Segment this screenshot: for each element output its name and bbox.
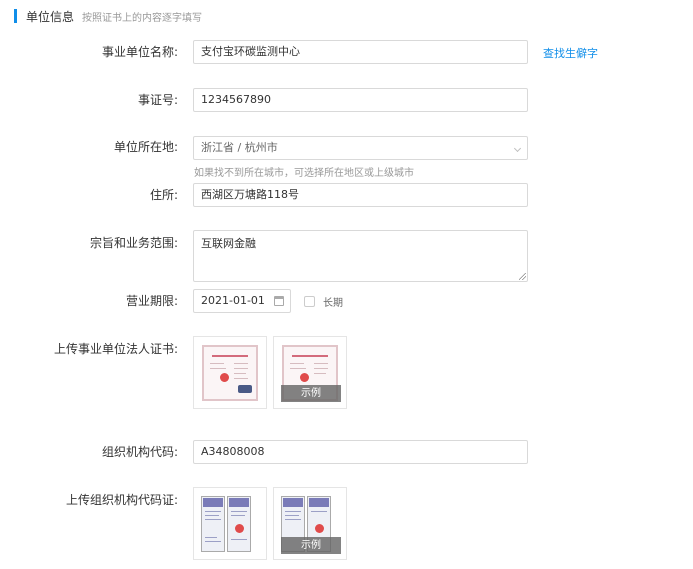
business-term-date-input[interactable]: 2021-01-01 bbox=[193, 289, 291, 313]
business-term-date-value: 2021-01-01 bbox=[201, 294, 265, 307]
cert-no-label: 事证号: bbox=[137, 93, 178, 107]
purpose-textarea-value: 互联网金融 bbox=[201, 237, 256, 250]
org-code-cert-example-label: 示例 bbox=[281, 537, 341, 554]
long-term-checkbox-wrap[interactable]: 长期 bbox=[304, 294, 343, 309]
unit-name-label: 事业单位名称: bbox=[101, 45, 178, 59]
legal-cert-upload-thumb[interactable] bbox=[193, 336, 267, 409]
section-subtitle: 按照证书上的内容逐字填写 bbox=[82, 12, 203, 24]
upload-legal-cert-label: 上传事业单位法人证书: bbox=[53, 342, 178, 356]
find-rare-char-link[interactable]: 查找生僻字 bbox=[543, 45, 598, 61]
calendar-icon[interactable] bbox=[274, 296, 284, 306]
section-header: 单位信息 按照证书上的内容逐字填写 bbox=[14, 9, 203, 24]
org-code-cert-example-thumb[interactable]: 示例 bbox=[273, 487, 347, 560]
purpose-textarea[interactable]: 互联网金融 bbox=[193, 230, 528, 282]
location-select[interactable]: 浙江省 / 杭州市 bbox=[193, 136, 528, 160]
section-title: 单位信息 bbox=[26, 9, 75, 24]
org-code-label: 组织机构代码: bbox=[101, 445, 178, 459]
legal-cert-example-label: 示例 bbox=[281, 385, 341, 402]
unit-name-input[interactable]: 支付宝环碳监测中心 bbox=[193, 40, 528, 64]
address-label: 住所: bbox=[149, 188, 178, 202]
legal-cert-example-thumb[interactable]: 示例 bbox=[273, 336, 347, 409]
address-input[interactable]: 西湖区万塘路118号 bbox=[193, 183, 528, 207]
section-accent-bar bbox=[14, 9, 17, 23]
long-term-label: 长期 bbox=[323, 297, 343, 309]
legal-cert-image bbox=[202, 345, 258, 401]
org-code-cert-upload-thumb[interactable] bbox=[193, 487, 267, 560]
business-term-label: 营业期限: bbox=[125, 294, 178, 308]
resize-handle-icon[interactable] bbox=[519, 273, 526, 280]
long-term-checkbox[interactable] bbox=[304, 295, 315, 307]
cert-no-input[interactable]: 1234567890 bbox=[193, 88, 528, 112]
org-code-cert-image-left bbox=[201, 496, 225, 552]
chevron-down-icon bbox=[513, 144, 522, 153]
org-code-cert-image-right bbox=[227, 496, 251, 552]
purpose-label: 宗旨和业务范围: bbox=[89, 236, 178, 250]
upload-org-code-cert-label: 上传组织机构代码证: bbox=[65, 493, 178, 507]
org-code-input[interactable]: A34808008 bbox=[193, 440, 528, 464]
location-hint: 如果找不到所在城市，可选择所在地区或上级城市 bbox=[194, 168, 414, 179]
location-label: 单位所在地: bbox=[113, 140, 178, 154]
location-select-value: 浙江省 / 杭州市 bbox=[201, 141, 278, 154]
